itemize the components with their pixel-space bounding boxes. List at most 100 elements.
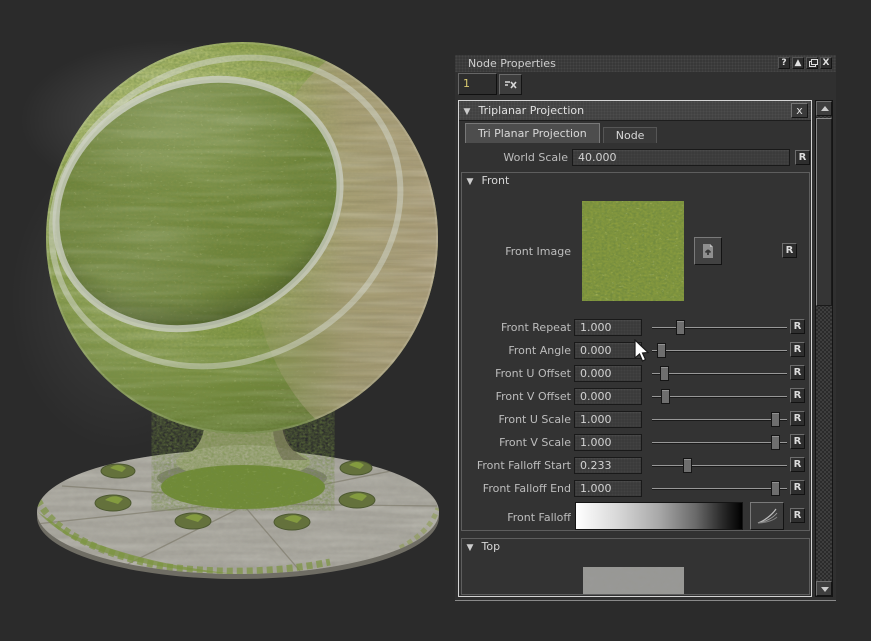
front-section-header[interactable]: ▼ Front [462,173,809,189]
parameter-value-field[interactable]: 0.000 [574,388,642,405]
parameter-slider[interactable] [652,320,787,335]
parameter-value-field[interactable]: 0.000 [574,365,642,382]
slider-track[interactable] [652,350,787,351]
parameter-label: Front U Scale [462,413,571,426]
front-image-reset-button[interactable]: R [782,243,797,258]
scrollbar-thumb[interactable] [816,118,832,306]
group-close-button[interactable]: x [791,103,808,118]
world-scale-reset-button[interactable]: R [795,150,810,165]
tab-bar: Tri Planar Projection Node [465,124,657,143]
slider-handle[interactable] [660,366,669,381]
slider-handle[interactable] [771,435,780,450]
slider-track[interactable] [652,442,787,443]
preview-sphere [2,3,460,460]
close-icon[interactable]: X [820,57,832,69]
parameter-slider[interactable] [652,435,787,450]
top-section: ▼ Top [461,538,810,595]
front-falloff-gradient[interactable] [575,502,743,530]
parameter-row: Front U Scale 1.000 R [462,411,811,428]
slider-handle[interactable] [657,343,666,358]
world-scale-label: World Scale [459,151,568,164]
front-image-thumbnail[interactable] [582,201,684,301]
parameter-row: Front U Offset 0.000 R [462,365,811,382]
tab-node[interactable]: Node [603,127,658,143]
parameter-reset-button[interactable]: R [790,365,805,380]
parameter-label: Front Repeat [462,321,571,334]
node-properties-panel: Node Properties ? ▲ X 1 ▼ Triplanar Proj… [455,55,836,601]
parameter-reset-button[interactable]: R [790,411,805,426]
parameter-slider[interactable] [652,343,787,358]
parameter-value-field[interactable]: 1.000 [574,319,642,336]
scrollbar-down-button[interactable] [816,581,832,596]
slider-handle[interactable] [683,458,692,473]
slider-track[interactable] [652,465,787,466]
parameter-value-field[interactable]: 1.000 [574,480,642,497]
top-image-thumbnail[interactable] [583,567,684,595]
slider-track[interactable] [652,488,787,489]
panel-scrollbar[interactable] [815,100,833,597]
parameter-row: Front Falloff End 1.000 R [462,480,811,497]
material-preview-viewport[interactable] [0,0,460,638]
slider-track[interactable] [652,327,787,328]
clear-selection-button[interactable] [499,74,522,95]
scrollbar-up-button[interactable] [816,101,832,116]
slider-track[interactable] [652,373,787,374]
caret-down-icon[interactable]: ▼ [462,174,478,190]
file-upload-icon [700,243,716,259]
group-header[interactable]: ▼ Triplanar Projection x [459,101,811,121]
tab-tri-planar-projection[interactable]: Tri Planar Projection [465,123,600,143]
parameter-reset-button[interactable]: R [790,434,805,449]
parameter-slider[interactable] [652,366,787,381]
parameter-value-field[interactable]: 1.000 [574,434,642,451]
front-falloff-reset-button[interactable]: R [790,508,805,523]
arrow-up-icon [821,106,829,111]
caret-down-icon[interactable]: ▼ [459,102,475,122]
arrow-down-icon [821,587,829,592]
slider-handle[interactable] [771,412,780,427]
parameter-reset-button[interactable]: R [790,457,805,472]
top-section-header[interactable]: ▼ Top [462,539,809,555]
parameter-slider[interactable] [652,481,787,496]
parameter-reset-button[interactable]: R [790,388,805,403]
parameter-label: Front Falloff End [462,482,571,495]
parameter-label: Front V Offset [462,390,571,403]
parameter-label: Front Angle [462,344,571,357]
slider-handle[interactable] [771,481,780,496]
parameter-value-field[interactable]: 1.000 [574,411,642,428]
parameter-row: Front Repeat 1.000 R [462,319,811,336]
restore-icon[interactable] [806,57,818,69]
caret-down-icon[interactable]: ▼ [462,540,478,556]
slider-track[interactable] [652,396,787,397]
load-image-button[interactable] [694,237,722,265]
parameter-slider[interactable] [652,458,787,473]
slider-handle[interactable] [661,389,670,404]
clear-list-icon [504,79,518,91]
parameter-value-field[interactable]: 0.000 [574,342,642,359]
panel-title: Node Properties [455,57,556,70]
world-scale-field[interactable]: 40.000 [572,149,790,166]
parameter-value-field[interactable]: 0.233 [574,457,642,474]
parameter-slider[interactable] [652,389,787,404]
curve-icon [756,507,778,525]
parameter-row: Front V Scale 1.000 R [462,434,811,451]
panel-titlebar[interactable]: Node Properties ? ▲ X [455,55,836,72]
falloff-curve-button[interactable] [750,502,784,530]
preview-sphere-render [0,0,460,638]
parameter-label: Front Falloff Start [462,459,571,472]
slider-handle[interactable] [676,320,685,335]
parameter-reset-button[interactable]: R [790,480,805,495]
help-icon[interactable]: ? [778,57,790,69]
top-section-title: Top [482,540,501,553]
parameter-reset-button[interactable]: R [790,319,805,334]
parameter-row: Front Falloff Start 0.233 R [462,457,811,474]
parameter-slider[interactable] [652,412,787,427]
maximize-icon[interactable]: ▲ [792,57,804,69]
slider-track[interactable] [652,419,787,420]
front-section-title: Front [482,174,510,187]
parameter-label: Front V Scale [462,436,571,449]
parameter-reset-button[interactable]: R [790,342,805,357]
world-scale-row: World Scale 40.000 R [459,149,811,167]
node-index-field[interactable]: 1 [458,73,497,95]
front-falloff-label: Front Falloff [462,511,571,524]
parameter-label: Front U Offset [462,367,571,380]
